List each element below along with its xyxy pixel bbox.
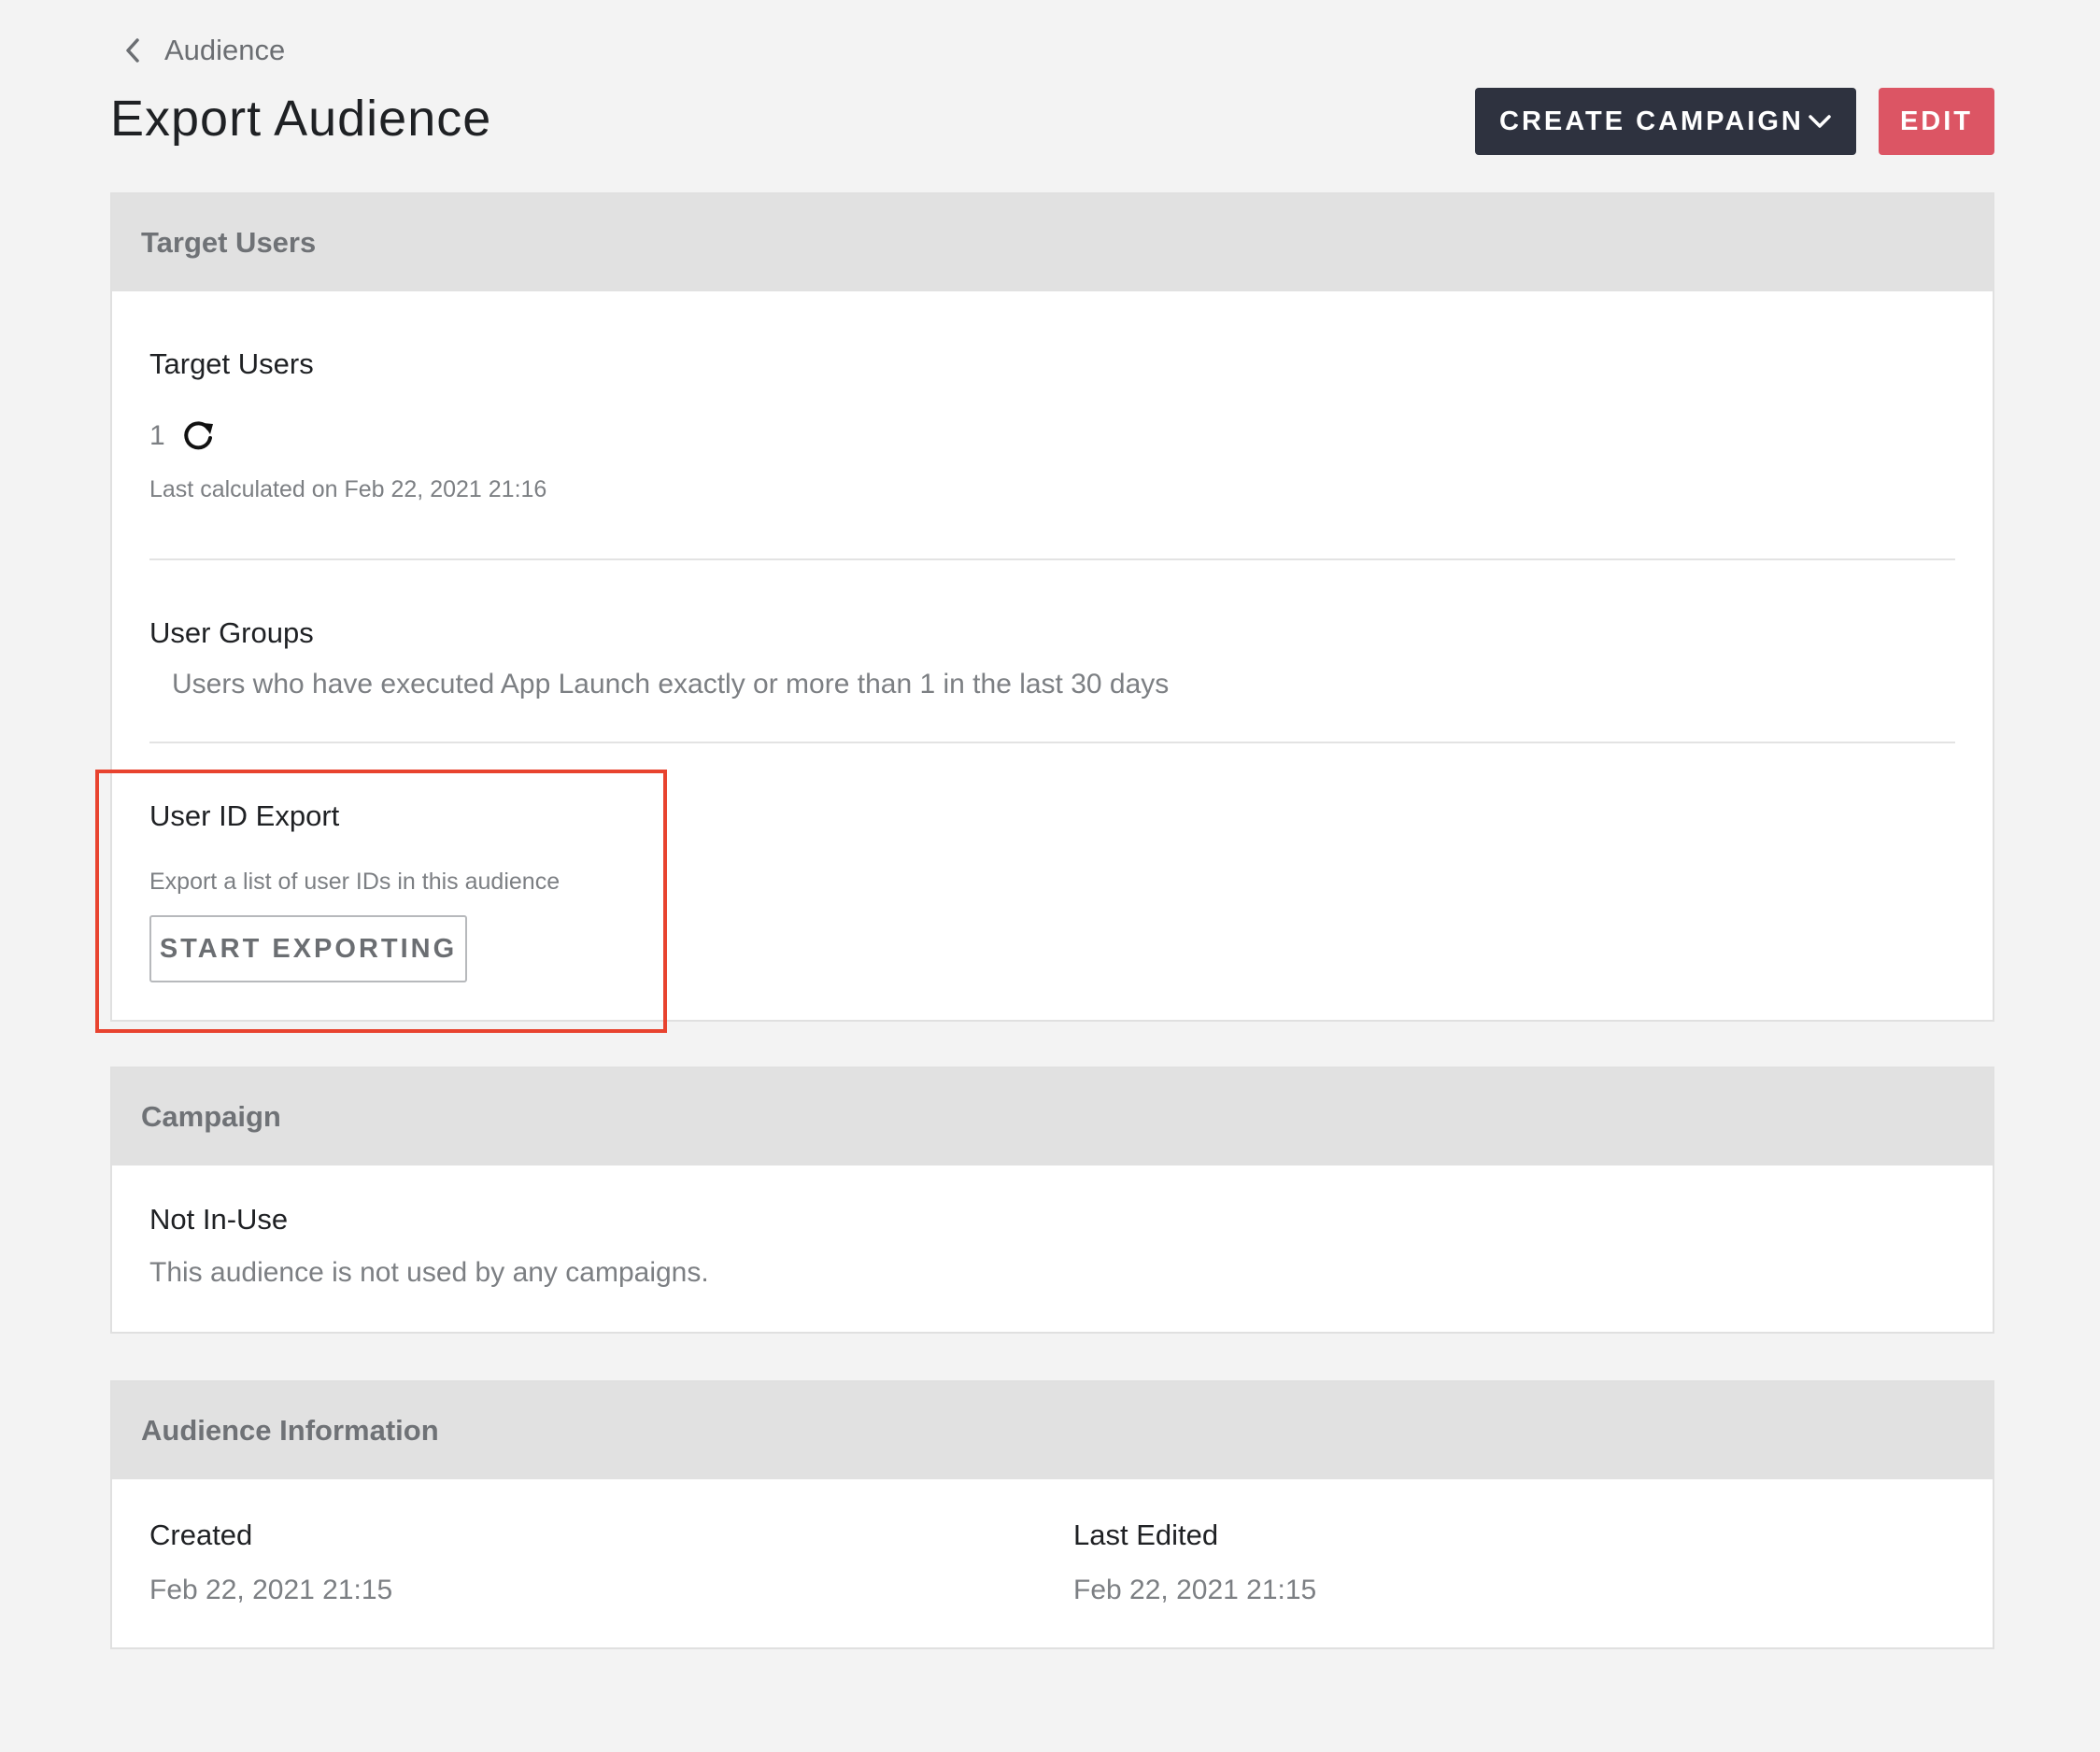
header-actions: CREATE CAMPAIGN EDIT [1475, 88, 1994, 155]
created-value: Feb 22, 2021 21:15 [149, 1575, 393, 1605]
chevron-down-icon [1808, 113, 1832, 130]
create-campaign-button[interactable]: CREATE CAMPAIGN [1475, 88, 1856, 155]
campaign-status: Not In-Use [149, 1203, 289, 1236]
last-edited-value: Feb 22, 2021 21:15 [1073, 1575, 1317, 1605]
card-header: Target Users [112, 194, 1993, 291]
user-groups-description: Users who have executed App Launch exact… [172, 669, 1170, 699]
audience-information-card: Audience Information Created Feb 22, 202… [110, 1380, 1994, 1649]
breadcrumb-label[interactable]: Audience [164, 34, 285, 67]
user-id-export-label: User ID Export [149, 799, 340, 832]
target-users-count: 1 [149, 420, 165, 451]
divider [149, 558, 1955, 560]
breadcrumb[interactable]: Audience [123, 34, 285, 67]
target-users-label: Target Users [149, 347, 314, 380]
target-users-count-row: 1 [149, 418, 216, 454]
user-id-export-description: Export a list of user IDs in this audien… [149, 869, 560, 895]
created-label: Created [149, 1519, 253, 1551]
start-exporting-button[interactable]: START EXPORTING [149, 915, 467, 982]
last-calculated-text: Last calculated on Feb 22, 2021 21:16 [149, 476, 547, 502]
target-users-card: Target Users Target Users 1 Last calcula… [110, 192, 1994, 1022]
divider [149, 742, 1955, 743]
user-groups-label: User Groups [149, 616, 314, 649]
edit-button[interactable]: EDIT [1879, 88, 1994, 155]
card-header: Campaign [112, 1068, 1993, 1166]
create-campaign-label: CREATE CAMPAIGN [1499, 106, 1804, 136]
page-title: Export Audience [110, 91, 492, 147]
last-edited-label: Last Edited [1073, 1519, 1219, 1551]
chevron-left-icon [123, 37, 142, 64]
refresh-icon[interactable] [180, 418, 216, 454]
card-header: Audience Information [112, 1382, 1993, 1479]
campaign-description: This audience is not used by any campaig… [149, 1257, 709, 1288]
campaign-card: Campaign Not In-Use This audience is not… [110, 1067, 1994, 1334]
